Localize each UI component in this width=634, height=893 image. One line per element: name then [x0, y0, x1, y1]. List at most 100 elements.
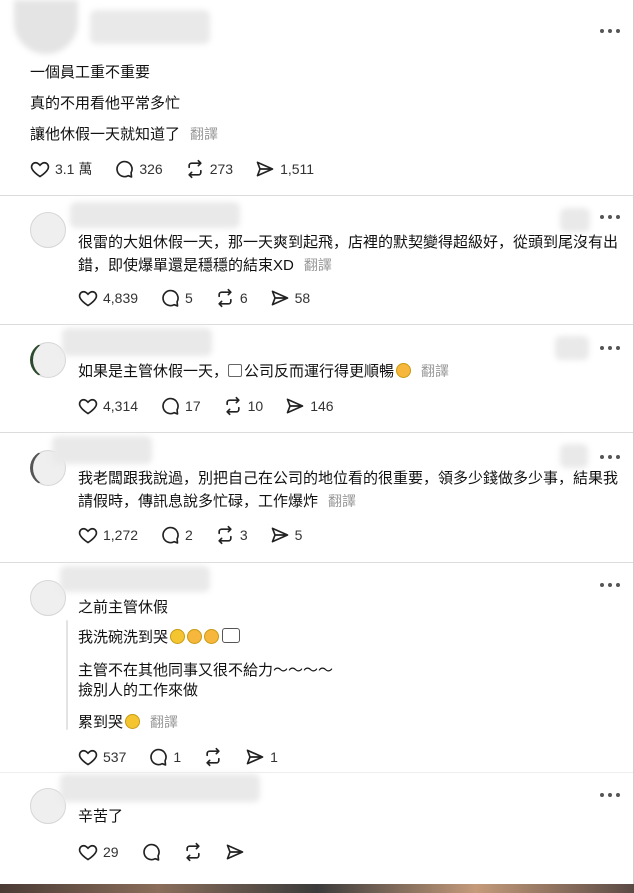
post-actions: 4,839 5 6 58 [78, 287, 332, 309]
share-button[interactable]: 146 [285, 396, 334, 416]
repost-icon [185, 842, 200, 862]
reply-text-part-2: 公司反而運行得更順暢 [244, 363, 395, 380]
share-count: 1 [270, 749, 278, 765]
fist-emoji-icon [222, 628, 241, 643]
repost-icon [206, 747, 220, 767]
divider [0, 324, 634, 325]
reply-text-part-1: 如果是主管休假一天， [78, 363, 229, 380]
repost-button[interactable]: 273 [185, 159, 233, 179]
username-blurred[interactable] [90, 10, 210, 44]
more-options-icon[interactable] [600, 581, 622, 589]
divider [0, 772, 634, 773]
share-button[interactable]: 1 [245, 747, 278, 767]
send-icon [286, 398, 304, 414]
more-options-icon[interactable] [600, 344, 622, 352]
divider [0, 432, 634, 433]
username-blurred[interactable] [62, 328, 212, 356]
comment-button[interactable]: 17 [160, 396, 201, 416]
repost-button[interactable]: 3 [215, 525, 248, 545]
laughing-crying-emoji-icon [170, 629, 186, 644]
repost-icon [218, 525, 232, 545]
comment-button[interactable]: 5 [160, 288, 193, 308]
share-button[interactable]: 1,511 [255, 159, 314, 179]
like-button[interactable]: 4,839 [78, 288, 138, 308]
laughing-emoji-icon [396, 363, 412, 378]
heart-icon [30, 161, 50, 178]
share-count: 1,511 [280, 161, 315, 177]
comment-icon [162, 397, 179, 415]
heart-icon [78, 844, 98, 861]
emoji-glyph-icon [228, 364, 243, 377]
more-options-icon[interactable] [600, 213, 622, 221]
timestamp-blurred [560, 208, 590, 232]
reply-line-1: 之前主管休假 [78, 599, 169, 616]
translate-link[interactable]: 翻譯 [421, 363, 449, 379]
surprised-emoji-icon [204, 629, 220, 644]
share-button[interactable]: 58 [270, 288, 311, 308]
comment-button[interactable]: 326 [114, 159, 163, 179]
repost-count: 6 [239, 290, 248, 306]
post-line-3: 讓他休假一天就知道了 [30, 126, 181, 143]
comment-button[interactable]: 1 [148, 747, 181, 767]
avatar[interactable] [14, 0, 78, 54]
reply-line-3: 主管不在其他同事又很不給力～～～～ [78, 662, 334, 679]
comment-icon [162, 526, 179, 544]
heart-icon [78, 290, 98, 307]
timestamp-blurred [555, 336, 589, 360]
username-blurred[interactable] [70, 202, 240, 228]
share-button[interactable]: 5 [270, 525, 303, 545]
more-options-icon[interactable] [600, 453, 622, 461]
comment-count: 326 [139, 161, 163, 177]
like-count: 537 [103, 749, 127, 765]
comment-button[interactable]: 2 [160, 525, 193, 545]
send-icon [271, 527, 288, 543]
post-actions: 3.1 萬 326 273 1,511 [30, 158, 336, 180]
repost-count: 10 [247, 398, 264, 414]
reply-text: 很雷的大姐休假一天，那一天爽到起飛，店裡的默契變得超級好，從頭到尾沒有出錯，即使… [78, 234, 619, 274]
like-count: 1,272 [103, 527, 139, 543]
post-actions: 29 [78, 841, 267, 863]
send-icon [246, 749, 264, 765]
comment-count: 5 [185, 290, 193, 306]
like-button[interactable]: 3.1 萬 [30, 159, 92, 179]
repost-button[interactable]: 6 [215, 288, 248, 308]
like-button[interactable]: 4,314 [78, 396, 138, 416]
comment-count: 2 [185, 527, 193, 543]
repost-button[interactable]: 10 [223, 396, 264, 416]
comment-button[interactable] [141, 842, 161, 862]
username-blurred[interactable] [60, 774, 260, 802]
avatar[interactable] [30, 342, 66, 378]
like-button[interactable]: 1,272 [78, 525, 138, 545]
send-icon [226, 844, 243, 860]
comment-icon [142, 843, 160, 861]
more-options-icon[interactable] [600, 791, 622, 799]
share-button[interactable] [225, 842, 245, 862]
like-button[interactable]: 29 [78, 842, 119, 862]
divider [0, 195, 634, 196]
like-button[interactable]: 537 [78, 747, 126, 767]
translate-link[interactable]: 翻譯 [328, 493, 356, 509]
username-blurred[interactable] [52, 436, 152, 464]
avatar[interactable] [30, 212, 66, 248]
share-count: 58 [294, 290, 311, 306]
repost-button[interactable] [183, 842, 203, 862]
divider [0, 562, 634, 563]
comment-icon [150, 748, 168, 766]
heart-icon [78, 398, 98, 415]
threads-feed: 一個員工重不重要 真的不用看他平常多忙 讓他休假一天就知道了 翻譯 3.1 萬 3… [0, 0, 634, 893]
more-options-icon[interactable] [600, 27, 622, 35]
thread-line [66, 620, 68, 730]
post-actions: 4,314 17 10 146 [78, 395, 356, 417]
translate-link[interactable]: 翻譯 [150, 714, 178, 730]
repost-button[interactable] [203, 747, 223, 767]
repost-icon [188, 159, 202, 179]
reply-text: 辛苦了 [78, 808, 124, 825]
translate-link[interactable]: 翻譯 [190, 126, 218, 142]
like-count: 4,314 [103, 398, 139, 414]
username-blurred[interactable] [60, 566, 210, 592]
reply-line-5: 累到哭 [78, 714, 124, 731]
share-count: 5 [294, 527, 303, 543]
repost-icon [218, 288, 232, 308]
translate-link[interactable]: 翻譯 [304, 257, 332, 273]
like-count: 4,839 [103, 290, 139, 306]
